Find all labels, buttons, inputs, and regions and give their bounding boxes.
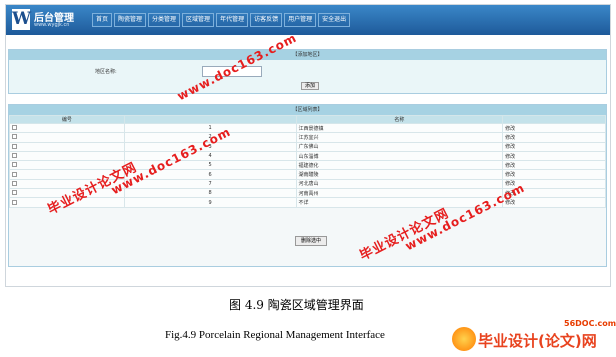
site-logo-url: 56DOC.com [564, 319, 616, 328]
row-checkbox[interactable] [12, 162, 17, 168]
row-name: 广东佛山 [295, 141, 504, 152]
nav-item-logout[interactable]: 安全退出 [318, 13, 351, 27]
row-checkbox-cell [9, 122, 125, 134]
row-edit-link[interactable]: 修改 [502, 169, 606, 180]
add-button[interactable]: 添加 [301, 82, 319, 90]
table-row: 3 广东佛山 修改 [9, 141, 606, 152]
nav-item-categories[interactable]: 分类管理 [148, 13, 181, 27]
row-id: 7 [123, 178, 297, 190]
row-id: 9 [123, 197, 297, 208]
row-checkbox[interactable] [12, 171, 17, 177]
nav-item-eras[interactable]: 年代管理 [216, 13, 249, 27]
nav-item-home[interactable]: 首页 [92, 13, 113, 27]
site-logo: 56DOC.com 毕业设计(论文)网 [452, 319, 616, 353]
row-checkbox[interactable] [12, 143, 17, 149]
row-edit-link[interactable]: 修改 [502, 150, 606, 162]
logo-icon: W [12, 9, 32, 30]
row-edit-link[interactable]: 修改 [502, 197, 606, 208]
row-id: 8 [123, 188, 297, 199]
nav-item-users[interactable]: 用户管理 [284, 13, 317, 27]
add-region-panel: 【添加地区】 地区名称: 添加 [8, 49, 607, 94]
table-row: 5 福建德化 修改 [9, 160, 606, 171]
row-edit-link[interactable]: 修改 [502, 132, 606, 143]
row-edit-link[interactable]: 修改 [502, 141, 606, 152]
figure-caption-en: Fig.4.9 Porcelain Regional Management In… [165, 329, 385, 341]
row-name: 河南禹州 [295, 188, 504, 199]
row-checkbox[interactable] [12, 153, 17, 159]
column-header-name: 名称 [295, 115, 504, 124]
table-row: 2 江苏宜兴 修改 [9, 132, 606, 143]
header-bar: W 后台管理 www.wygjk.cn 首页 陶瓷管理 分类管理 区域管理 年代… [6, 5, 610, 35]
region-name-label: 地区名称: [95, 69, 117, 75]
row-name: 湖南醴陵 [295, 169, 504, 180]
delete-selected-button[interactable]: 删除选中 [295, 236, 327, 246]
nav-item-regions[interactable]: 区域管理 [182, 13, 215, 27]
row-checkbox-cell [9, 132, 125, 143]
app-url: www.wygjk.cn [34, 22, 70, 28]
nav-item-feedback[interactable]: 访客反馈 [250, 13, 283, 27]
table-row: 1 江西景德镇 修改 [9, 122, 606, 134]
row-name: 江苏宜兴 [295, 132, 504, 143]
row-id: 4 [123, 150, 297, 162]
row-edit-link[interactable]: 修改 [502, 122, 606, 134]
add-region-title: 【添加地区】 [9, 50, 606, 60]
row-name: 江西景德镇 [295, 122, 504, 134]
nav-item-ceramics[interactable]: 陶瓷管理 [114, 13, 147, 27]
row-name: 福建德化 [295, 160, 504, 171]
column-header-id: 编号 [9, 115, 125, 124]
column-header-action [502, 115, 606, 124]
row-name: 河北唐山 [295, 178, 504, 190]
top-nav: 首页 陶瓷管理 分类管理 区域管理 年代管理 访客反馈 用户管理 安全退出 [92, 13, 351, 27]
globe-icon [452, 327, 476, 351]
table-row: 4 山东淄博 修改 [9, 150, 606, 162]
row-checkbox-cell [9, 150, 125, 162]
figure-caption-cn: 图 4.9 陶瓷区域管理界面 [229, 298, 364, 312]
region-list-title: 【区域列表】 [9, 105, 606, 115]
table-header-row: 编号 名称 [9, 115, 606, 124]
table-row: 9 不详 修改 [9, 197, 606, 208]
column-header-spacer [123, 115, 297, 124]
row-checkbox[interactable] [12, 125, 17, 131]
row-checkbox[interactable] [12, 180, 17, 186]
row-checkbox[interactable] [12, 199, 17, 205]
row-name: 山东淄博 [295, 150, 504, 162]
site-logo-name: 毕业设计(论文)网 [478, 332, 597, 350]
row-checkbox-cell [9, 141, 125, 152]
row-id: 1 [123, 122, 297, 134]
admin-screenshot: W 后台管理 www.wygjk.cn 首页 陶瓷管理 分类管理 区域管理 年代… [5, 4, 611, 287]
row-edit-link[interactable]: 修改 [502, 160, 606, 171]
row-checkbox[interactable] [12, 134, 17, 140]
row-checkbox[interactable] [12, 190, 17, 196]
